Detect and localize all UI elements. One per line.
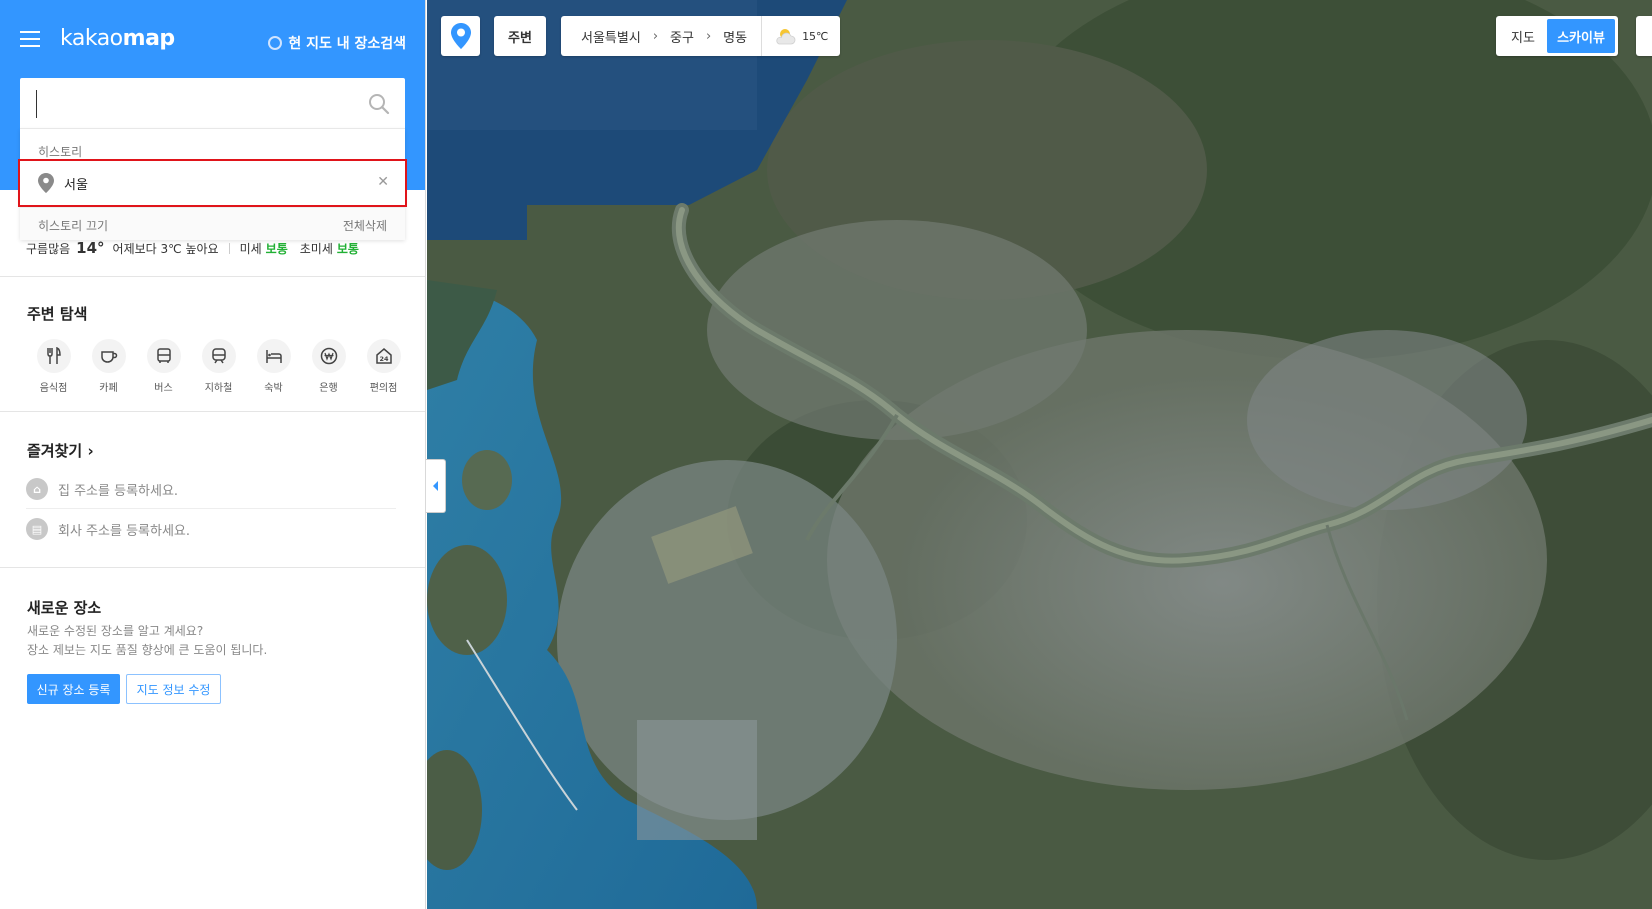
history-item-text: 서울	[64, 177, 88, 193]
restaurant-icon	[46, 347, 61, 364]
breadcrumb-neighborhood[interactable]: 명동	[723, 27, 747, 46]
map-side-button[interactable]	[1636, 16, 1652, 56]
in-map-search-label: 현 지도 내 장소검색	[288, 36, 406, 52]
search-box	[20, 78, 405, 129]
svg-text:24: 24	[379, 355, 389, 363]
breadcrumb-city[interactable]: 서울특별시	[581, 27, 641, 46]
divider	[26, 508, 396, 509]
category-subway[interactable]: 지하철	[191, 339, 246, 394]
history-label: 히스토리	[38, 145, 83, 159]
search-history-dropdown: 히스토리 서울 ✕ 히스토리 끄기 전체삭제	[18, 128, 407, 240]
register-place-button[interactable]: 신규 장소 등록	[27, 674, 120, 704]
new-place-description: 새로운 수정된 장소를 알고 계세요? 장소 제보는 지도 품질 향상에 큰 도…	[27, 624, 268, 657]
breadcrumb: 서울특별시 › 중구 › 명동 15℃	[561, 16, 841, 56]
weather-condition: 구름많음	[26, 241, 71, 256]
favorite-home-text: 집 주소를 등록하세요.	[58, 483, 179, 499]
favorites-title[interactable]: 즐겨찾기 ›	[27, 440, 94, 461]
breadcrumb-district[interactable]: 중구	[670, 27, 694, 46]
remove-history-icon[interactable]: ✕	[377, 174, 389, 190]
search-input[interactable]	[36, 90, 356, 118]
bank-icon	[320, 347, 337, 365]
edit-map-info-button[interactable]: 지도 정보 수정	[126, 674, 221, 704]
category-label: 지하철	[204, 383, 233, 394]
category-label: 숙박	[264, 383, 283, 394]
nearby-title: 주변 탐색	[27, 305, 88, 323]
hotel-icon	[265, 350, 282, 363]
section-divider	[0, 276, 425, 277]
fine-dust-label: 미세	[239, 241, 262, 256]
category-label: 은행	[319, 383, 338, 394]
chevron-right-icon: ›	[87, 442, 94, 460]
menu-icon[interactable]	[20, 31, 40, 48]
map-type-switcher: 지도 스카이뷰	[1496, 16, 1618, 56]
cafe-icon	[100, 351, 117, 363]
location-pin-icon	[38, 173, 54, 193]
subway-icon	[211, 348, 226, 364]
satellite-imagery	[427, 0, 1652, 909]
category-label: 카페	[99, 383, 118, 394]
location-marker-icon	[450, 23, 471, 49]
convenience-store-icon: 24	[375, 348, 392, 364]
history-delete-all-button[interactable]: 전체삭제	[343, 217, 387, 234]
sidebar: kakaomap 현 지도 내 장소검색 히스토리 서울 ✕ 히스토리 끄기 전…	[0, 0, 426, 909]
bus-icon	[156, 348, 171, 363]
history-footer: 히스토리 끄기 전체삭제	[20, 207, 405, 240]
history-off-button[interactable]: 히스토리 끄기	[38, 217, 108, 234]
in-map-search-toggle[interactable]: 현 지도 내 장소검색	[268, 33, 406, 53]
favorite-work-text: 회사 주소를 등록하세요.	[58, 523, 190, 539]
map-toolbar: 주변 서울특별시 › 중구 › 명동 15℃	[441, 16, 841, 56]
map-type-map-button[interactable]: 지도	[1499, 19, 1547, 53]
divider	[228, 242, 230, 254]
weather-compare: 어제보다 3℃ 높아요	[112, 241, 219, 256]
chevron-right-icon: ›	[652, 28, 659, 44]
favorite-home[interactable]: ⌂ 집 주소를 등록하세요.	[26, 478, 178, 500]
history-item[interactable]: 서울 ✕	[18, 159, 407, 207]
nearby-categories: 음식점 카페 버스 지하철 숙박 은행 24 편의점	[26, 339, 411, 394]
current-location-button[interactable]	[441, 16, 480, 56]
ultrafine-dust-value: 보통	[336, 241, 359, 256]
map-type-skyview-button[interactable]: 스카이뷰	[1547, 19, 1615, 53]
search-icon[interactable]	[367, 92, 391, 116]
map-weather-temp: 15℃	[802, 29, 829, 43]
home-icon: ⌂	[26, 478, 48, 500]
category-label: 버스	[154, 383, 173, 394]
ultrafine-dust-label: 초미세	[299, 241, 333, 256]
section-divider	[0, 567, 425, 568]
category-bank[interactable]: 은행	[301, 339, 356, 394]
map-weather[interactable]: 15℃	[761, 16, 840, 56]
section-divider	[0, 411, 425, 412]
weather-temperature: 14°	[76, 239, 105, 257]
category-bus[interactable]: 버스	[136, 339, 191, 394]
chevron-right-icon: ›	[705, 28, 712, 44]
new-place-title: 새로운 장소	[27, 599, 102, 617]
map-canvas[interactable]	[427, 0, 1652, 909]
radio-icon[interactable]	[268, 36, 283, 50]
category-label: 음식점	[39, 383, 68, 394]
weather-summary: 구름많음 14° 어제보다 3℃ 높아요 미세 보통 초미세 보통	[26, 239, 359, 257]
around-button[interactable]: 주변	[494, 16, 546, 56]
category-hotel[interactable]: 숙박	[246, 339, 301, 394]
category-label: 편의점	[369, 383, 398, 394]
collapse-sidebar-button[interactable]	[426, 459, 446, 513]
fine-dust-value: 보통	[265, 241, 288, 256]
partly-cloudy-icon	[776, 29, 796, 45]
chevron-left-icon	[432, 481, 438, 491]
category-restaurant[interactable]: 음식점	[26, 339, 81, 394]
building-icon: ▤	[26, 518, 48, 540]
category-cafe[interactable]: 카페	[81, 339, 136, 394]
category-convenience-store[interactable]: 24 편의점	[356, 339, 411, 394]
favorite-work[interactable]: ▤ 회사 주소를 등록하세요.	[26, 518, 190, 540]
kakaomap-logo[interactable]: kakaomap	[60, 26, 175, 51]
